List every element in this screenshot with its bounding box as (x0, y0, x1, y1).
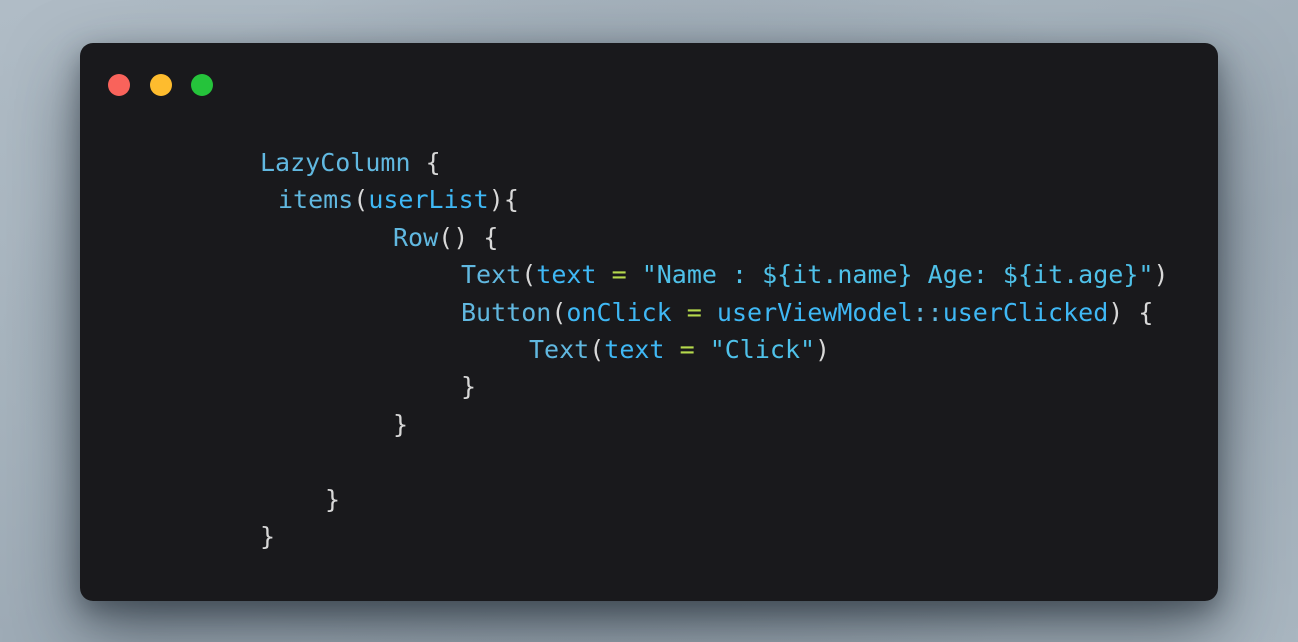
code-token: ) (1153, 260, 1169, 290)
code-token: = (611, 260, 627, 290)
code-line: } (80, 481, 1218, 518)
code-token: Button (461, 297, 552, 327)
code-block[interactable]: LazyColumn {items(userList){Row() {Text(… (80, 144, 1218, 555)
code-token: } (325, 484, 341, 514)
code-token: ) (453, 222, 469, 252)
code-token: { (503, 185, 519, 215)
code-token: ( (521, 260, 537, 290)
code-line: Text(text = "Click") (80, 331, 1218, 368)
code-line: } (80, 368, 1218, 405)
code-token: } (461, 372, 477, 402)
code-token: = (679, 334, 695, 364)
code-token: Row (393, 222, 439, 252)
code-token: :: (912, 297, 943, 327)
code-line: Row() { (80, 219, 1218, 256)
code-token: "Click" (709, 334, 816, 364)
code-line: } (80, 518, 1218, 555)
code-token: ( (589, 334, 605, 364)
code-token: { (425, 148, 441, 177)
code-token: Text (529, 334, 590, 364)
code-token: userClicked (942, 297, 1109, 327)
code-token: { (1138, 297, 1154, 327)
code-token: ( (438, 222, 454, 252)
code-token: "Name : ${it.name} Age: ${it.age}" (641, 260, 1154, 290)
code-token: LazyColumn (260, 148, 411, 177)
code-line: Button(onClick = userViewModel::userClic… (80, 294, 1218, 331)
code-token: = (686, 297, 702, 327)
code-window: LazyColumn {items(userList){Row() {Text(… (80, 43, 1218, 601)
code-token: { (483, 222, 499, 252)
window-titlebar (80, 43, 1218, 127)
code-token: text (536, 260, 597, 290)
code-token: ) (488, 185, 504, 215)
code-token: items (278, 185, 354, 215)
code-token: userList (368, 185, 489, 215)
code-token: userViewModel (716, 297, 913, 327)
code-line: items(userList){ (80, 181, 1218, 218)
code-token: } (393, 409, 409, 439)
code-token: } (260, 521, 276, 551)
minimize-window-button[interactable] (150, 74, 172, 96)
code-token: Text (461, 260, 522, 290)
code-line: LazyColumn { (80, 144, 1218, 181)
close-window-button[interactable] (108, 74, 130, 96)
code-line: Text(text = "Name : ${it.name} Age: ${it… (80, 256, 1218, 293)
code-line: } (80, 406, 1218, 443)
code-token: onClick (566, 297, 672, 327)
code-token: ( (353, 185, 369, 215)
code-token: ( (551, 297, 567, 327)
maximize-window-button[interactable] (191, 74, 213, 96)
code-token: ) (815, 334, 831, 364)
code-token: text (604, 334, 665, 364)
code-token: ) (1108, 297, 1124, 327)
